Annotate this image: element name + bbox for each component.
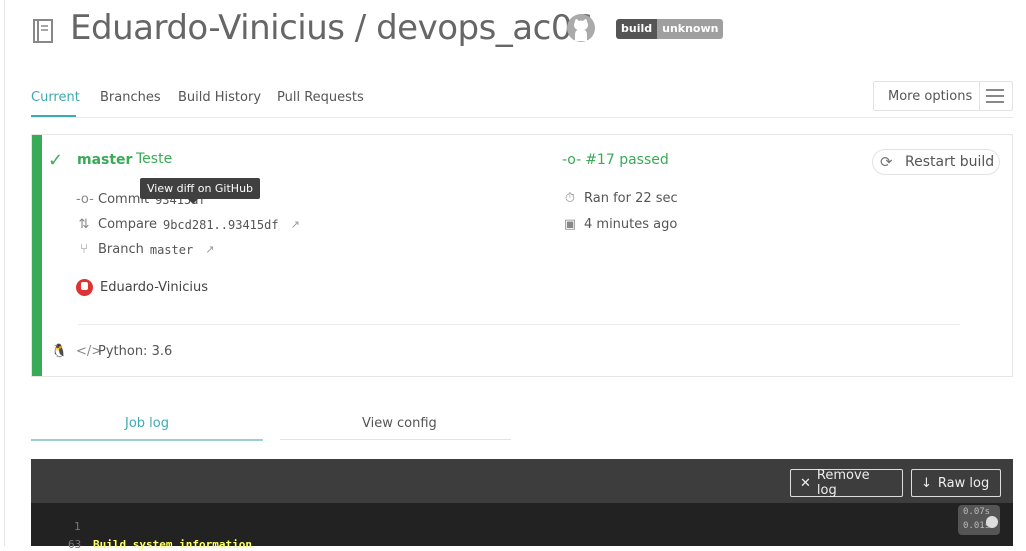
compare-icon: ⇅ [78, 217, 90, 232]
language-text: Python: 3.6 [98, 344, 173, 359]
build-status-badge[interactable]: build unknown [616, 19, 724, 39]
compare-label: Compare [98, 217, 157, 232]
commit-message: Teste [136, 151, 173, 167]
author-name: Eduardo-Vinicius [100, 280, 209, 295]
scroll-to-top-button[interactable] [986, 516, 998, 528]
log-line-text: Build system information [93, 538, 252, 551]
external-link-icon[interactable]: ↗ [205, 243, 214, 256]
raw-log-icon: ↓ [921, 475, 932, 491]
branch-row[interactable]: ⑂ Branch master ↗ [76, 242, 214, 257]
compare-range[interactable]: 9bcd281..93415df [163, 218, 279, 232]
tab-build-history[interactable]: Build History [178, 90, 261, 105]
badge-value: unknown [657, 19, 724, 39]
restart-build-label[interactable]: Restart build [905, 154, 994, 170]
card-divider [78, 324, 960, 325]
calendar-icon: ▣ [563, 217, 577, 232]
github-icon[interactable] [566, 13, 596, 43]
job-log-tab-underline [31, 439, 263, 441]
tooltip-arrow [188, 199, 198, 204]
repo-title[interactable]: Eduardo-Vinicius / devops_ac06 [70, 8, 594, 48]
code-icon: </> [76, 344, 103, 359]
language-row: </> Python: 3.6 [76, 344, 172, 359]
commit-node-icon: -o- [562, 152, 582, 168]
tab-branches[interactable]: Branches [100, 90, 161, 105]
tab-view-config[interactable]: View config [362, 416, 437, 431]
restart-icon[interactable]: ⟳ [880, 153, 893, 171]
duration-text: Ran for 22 sec [584, 191, 678, 206]
passed-check-icon: ✓ [48, 150, 64, 171]
page-left-border [4, 0, 5, 546]
build-number-link[interactable]: -o- #17 passed [562, 152, 669, 168]
raw-log-label: Raw log [937, 475, 990, 491]
remove-log-button[interactable]: ✕ Remove log [790, 468, 903, 498]
log-line-number[interactable]: 63 [68, 538, 81, 551]
duration-row: ⏱ Ran for 22 sec [562, 191, 678, 206]
build-number-text[interactable]: #17 passed [585, 152, 669, 168]
finished-row: ▣ 4 minutes ago [562, 217, 678, 232]
tab-pull-requests[interactable]: Pull Requests [277, 90, 364, 105]
repo-owner[interactable]: Eduardo-Vinicius [70, 8, 345, 48]
tabs-divider [31, 117, 1013, 118]
branch-icon: ⑂ [80, 242, 88, 257]
more-options-separator [979, 82, 980, 110]
hamburger-menu-icon[interactable] [986, 89, 1004, 103]
more-options-label[interactable]: More options [888, 89, 972, 104]
tab-current[interactable]: Current [31, 90, 80, 105]
repo-separator: / [354, 8, 366, 48]
linux-icon: 🐧 [51, 344, 68, 359]
commit-icon: -o- [76, 192, 94, 207]
remove-log-label: Remove log [816, 468, 870, 498]
branch-label: Branch [98, 242, 144, 257]
avatar-glyph [81, 282, 88, 290]
finished-text: 4 minutes ago [584, 217, 678, 232]
view-config-tab-underline [280, 439, 511, 440]
badge-label: build [616, 19, 658, 39]
repo-name[interactable]: devops_ac06 [376, 8, 594, 48]
build-branch-link[interactable]: master [77, 152, 132, 168]
log-line-number[interactable]: 1 [74, 520, 81, 533]
stopwatch-icon: ⏱ [564, 191, 576, 206]
branch-value[interactable]: master [150, 243, 193, 257]
repo-icon [32, 18, 54, 44]
build-status-bar [32, 135, 42, 376]
raw-log-button[interactable]: ↓ Raw log [911, 469, 1001, 497]
external-link-icon[interactable]: ↗ [291, 218, 300, 231]
compare-row[interactable]: ⇅ Compare 9bcd281..93415df ↗ [76, 217, 300, 232]
remove-log-icon: ✕ [800, 475, 811, 491]
tooltip: View diff on GitHub [140, 178, 261, 199]
tab-job-log[interactable]: Job log [125, 416, 169, 431]
